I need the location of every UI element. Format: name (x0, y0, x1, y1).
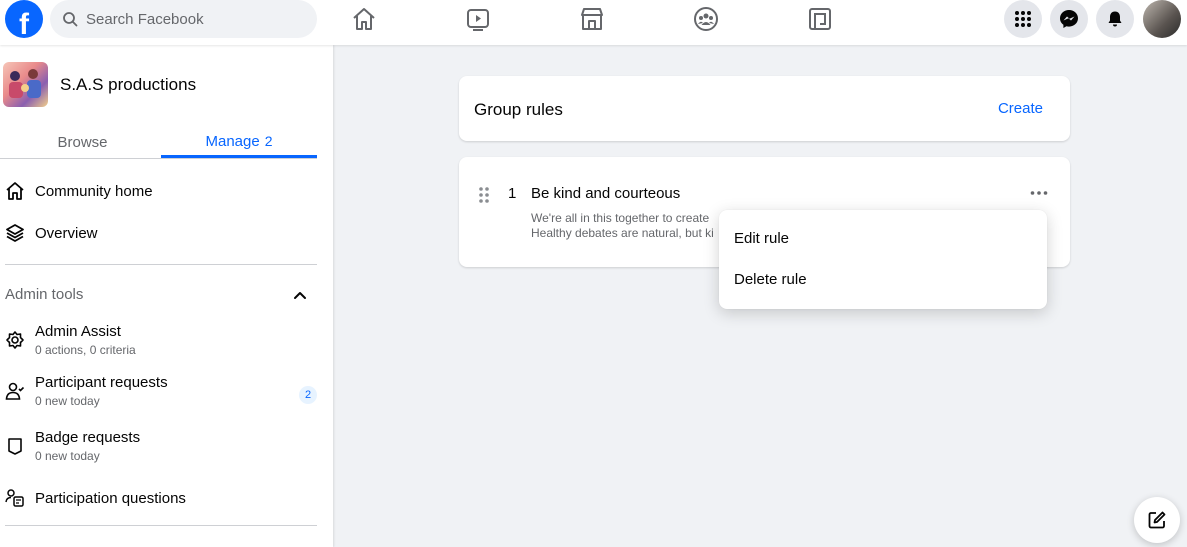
group-rules-header-card: Group rules Create (459, 76, 1070, 141)
participant-requests-subtitle: 0 new today (35, 394, 100, 408)
tab-manage[interactable]: Manage 2 (161, 127, 317, 158)
edit-rule-menu-item[interactable]: Edit rule (727, 218, 1039, 259)
badge-requests-label: Badge requests (35, 429, 141, 446)
sidebar-item-overview[interactable]: Overview (0, 223, 320, 243)
sidebar-item-participation-questions[interactable]: Participation questions (0, 488, 320, 508)
search-icon (63, 12, 78, 27)
questions-icon (1, 488, 29, 508)
participant-icon (1, 381, 29, 401)
create-rule-link[interactable]: Create (998, 100, 1043, 117)
more-options-icon[interactable] (1025, 183, 1053, 203)
tab-browse-label: Browse (57, 134, 108, 151)
tab-manage-label: Manage (205, 132, 260, 150)
tab-divider (0, 158, 317, 159)
admin-assist-subtitle: 0 actions, 0 criteria (35, 343, 136, 357)
drag-handle-icon[interactable] (478, 186, 490, 204)
tab-manage-count: 2 (264, 133, 273, 149)
badge-requests-subtitle: 0 new today (35, 449, 100, 463)
tab-browse[interactable]: Browse (5, 127, 160, 158)
delete-rule-menu-item[interactable]: Delete rule (727, 259, 1039, 300)
group-sidebar: S.A.S productions Browse Manage 2 Commun… (0, 45, 333, 547)
group-name[interactable]: S.A.S productions (60, 75, 196, 95)
admin-assist-icon (1, 330, 29, 350)
sidebar-item-label: Community home (35, 182, 153, 200)
menu-grid-icon[interactable] (1004, 0, 1042, 38)
new-message-button[interactable] (1134, 497, 1180, 543)
top-navigation-bar: f (0, 0, 1187, 45)
sidebar-item-badge-requests[interactable]: Badge requests 0 new today (0, 429, 320, 463)
gaming-icon[interactable] (806, 5, 834, 33)
rule-number: 1 (508, 185, 517, 202)
admin-assist-label: Admin Assist (35, 323, 121, 340)
participant-requests-label: Participant requests (35, 374, 168, 391)
admin-tools-heading: Admin tools (5, 286, 84, 303)
messenger-icon[interactable] (1050, 0, 1088, 38)
rule-title: Be kind and courteous (531, 185, 681, 202)
sidebar-item-community-home[interactable]: Community home (0, 181, 320, 201)
section-divider (5, 525, 317, 526)
participation-questions-label: Participation questions (35, 489, 186, 507)
facebook-logo[interactable]: f (5, 0, 43, 38)
profile-avatar[interactable] (1143, 0, 1181, 38)
compose-icon (1148, 511, 1166, 529)
participant-requests-badge: 2 (299, 386, 317, 404)
badge-icon (1, 436, 29, 456)
group-cover-thumbnail[interactable] (3, 62, 48, 107)
sidebar-item-admin-assist[interactable]: Admin Assist 0 actions, 0 criteria (0, 323, 320, 357)
chevron-up-icon[interactable] (290, 285, 310, 305)
rule-options-menu: Edit rule Delete rule (719, 210, 1047, 309)
watch-icon[interactable] (464, 5, 492, 33)
sidebar-item-label: Overview (35, 224, 98, 242)
home-outline-icon (1, 181, 29, 201)
section-divider (5, 264, 317, 265)
sidebar-item-participant-requests[interactable]: Participant requests 0 new today (0, 374, 320, 408)
home-icon[interactable] (350, 5, 378, 33)
notifications-icon[interactable] (1096, 0, 1134, 38)
marketplace-icon[interactable] (578, 5, 606, 33)
layers-icon (1, 223, 29, 243)
groups-icon[interactable] (692, 5, 720, 33)
group-rules-title: Group rules (474, 100, 563, 119)
search-input[interactable] (86, 10, 286, 28)
search-bar[interactable] (50, 0, 317, 38)
